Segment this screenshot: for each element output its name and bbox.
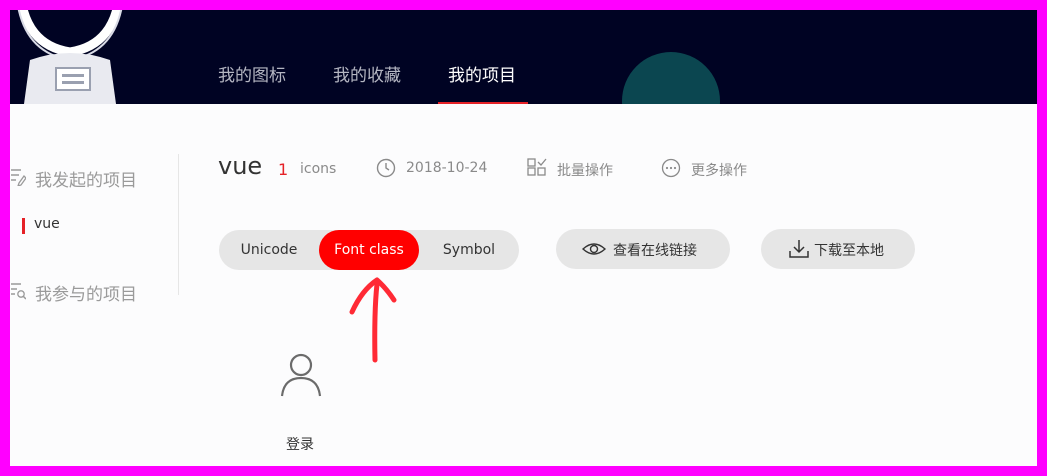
more-dots-icon [661, 158, 681, 178]
header-banner: 我的图标 我的收藏 我的项目 [10, 10, 1037, 104]
eye-icon [582, 243, 606, 255]
download-icon [789, 240, 809, 258]
nav-my-icons[interactable]: 我的图标 [218, 61, 286, 86]
format-tabs: Unicode Font class Symbol [219, 230, 519, 270]
icon-count-unit: icons [300, 161, 337, 177]
planet-decoration [622, 52, 720, 104]
edit-list-icon [11, 169, 26, 186]
nav-my-favorites[interactable]: 我的收藏 [333, 61, 401, 86]
tab-font-class[interactable]: Font class [319, 230, 419, 270]
sidebar-group-joined-label: 我参与的项目 [35, 285, 137, 305]
astronaut-illustration [17, 10, 123, 104]
tab-unicode[interactable]: Unicode [219, 230, 319, 270]
project-date-label: 2018-10-24 [406, 160, 488, 176]
download-local-button[interactable]: 下载至本地 [761, 229, 915, 269]
sidebar-item-label: vue [34, 216, 60, 232]
active-indicator [22, 218, 25, 234]
app-frame: 我的图标 我的收藏 我的项目 我发起的项目 vue 我参与的项目 vue 1 i… [10, 10, 1037, 466]
view-online-link-button[interactable]: 查看在线链接 [556, 229, 730, 269]
nav-my-projects[interactable]: 我的项目 [448, 61, 516, 86]
more-operations-label: 更多操作 [691, 163, 747, 179]
project-name: vue [218, 152, 263, 180]
clock-icon [376, 158, 396, 178]
sidebar-group-created-label: 我发起的项目 [35, 171, 137, 191]
icon-name: 登录 [286, 437, 314, 453]
icon-count: 1 [278, 160, 289, 179]
sidebar-divider [178, 154, 179, 295]
user-icon [280, 353, 322, 397]
sidebar: 我发起的项目 vue 我参与的项目 [10, 104, 180, 466]
tab-symbol[interactable]: Symbol [419, 230, 519, 270]
red-arrow-annotation [349, 277, 397, 363]
download-local-label: 下载至本地 [814, 243, 884, 259]
view-online-link-label: 查看在线链接 [613, 243, 697, 259]
batch-operation-label: 批量操作 [557, 163, 613, 179]
nav-active-underline [438, 102, 528, 104]
batch-grid-icon [527, 158, 547, 176]
search-list-icon [11, 283, 26, 300]
